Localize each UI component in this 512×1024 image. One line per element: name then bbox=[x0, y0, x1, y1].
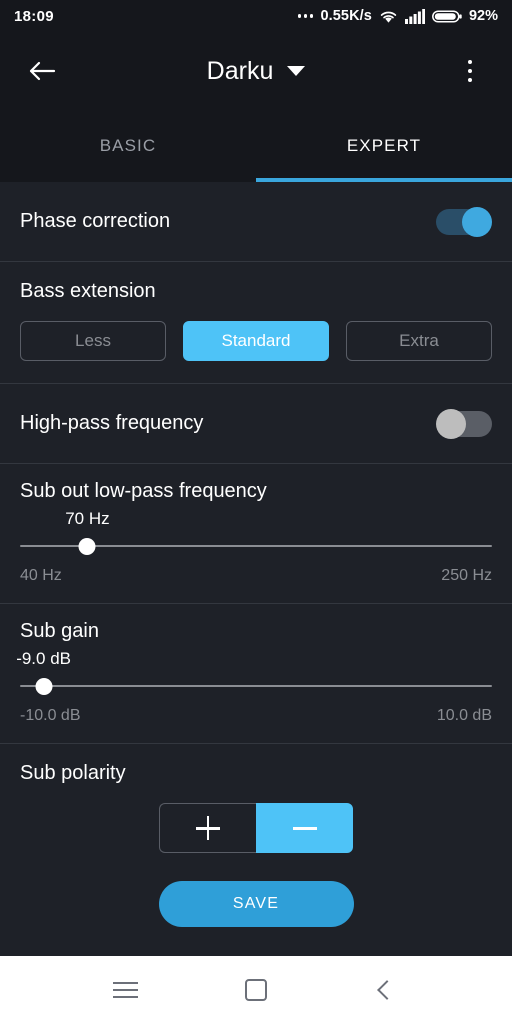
phase-correction-label: Phase correction bbox=[20, 210, 171, 232]
minus-icon bbox=[292, 816, 317, 840]
settings-list: Phase correction Bass extension Less Sta… bbox=[0, 182, 512, 956]
sub-gain-value-line: -9.0 dB bbox=[16, 649, 492, 675]
sub-out-low-pass-min: 40 Hz bbox=[20, 567, 62, 584]
sub-out-low-pass-range: 40 Hz 250 Hz bbox=[20, 567, 492, 585]
sub-gain-slider[interactable] bbox=[20, 675, 492, 697]
slider-thumb[interactable] bbox=[35, 677, 53, 695]
cellular-signal-icon bbox=[404, 8, 425, 24]
slider-track bbox=[20, 684, 492, 688]
row-sub-out-low-pass: Sub out low-pass frequency 70 Hz 40 Hz 2… bbox=[0, 464, 512, 604]
row-bass-extension: Bass extension Less Standard Extra bbox=[0, 262, 512, 384]
phone-screen: 18:09 0.55K/s 92% Darku BASIC EXPERT Pha… bbox=[0, 0, 512, 1024]
high-pass-frequency-label: High-pass frequency bbox=[20, 412, 204, 434]
high-pass-frequency-toggle[interactable] bbox=[436, 408, 492, 439]
row-sub-gain: Sub gain -9.0 dB -10.0 dB 10.0 dB bbox=[0, 604, 512, 744]
sub-gain-min: -10.0 dB bbox=[20, 707, 81, 724]
bass-extension-label: Bass extension bbox=[20, 280, 156, 302]
system-navigation-bar bbox=[0, 956, 512, 1024]
net-speed-label: 0.55K/s bbox=[320, 8, 372, 24]
tab-indicator bbox=[256, 178, 512, 182]
save-button[interactable]: SAVE bbox=[158, 881, 354, 927]
phase-correction-toggle[interactable] bbox=[436, 206, 492, 237]
menu-recents-icon[interactable] bbox=[97, 962, 153, 1018]
bass-option-less[interactable]: Less bbox=[20, 321, 166, 361]
app-bar-title-group: Darku bbox=[0, 32, 512, 110]
plus-icon bbox=[196, 816, 220, 840]
tab-expert[interactable]: EXPERT bbox=[256, 110, 512, 182]
row-sub-polarity: Sub polarity bbox=[0, 744, 512, 869]
sub-gain-range: -10.0 dB 10.0 dB bbox=[20, 707, 492, 725]
toggle-knob bbox=[436, 408, 466, 439]
tab-basic[interactable]: BASIC bbox=[0, 110, 256, 182]
bass-option-extra[interactable]: Extra bbox=[346, 321, 492, 361]
sub-out-low-pass-slider[interactable] bbox=[20, 535, 492, 557]
row-high-pass-frequency[interactable]: High-pass frequency bbox=[0, 384, 512, 464]
sub-polarity-label: Sub polarity bbox=[20, 762, 126, 784]
row-phase-correction[interactable]: Phase correction bbox=[0, 182, 512, 262]
status-clock: 18:09 bbox=[14, 7, 54, 25]
page-title: Darku bbox=[206, 56, 274, 85]
polarity-option-positive[interactable] bbox=[159, 803, 256, 853]
bass-extension-options: Less Standard Extra bbox=[20, 321, 492, 361]
app-bar: Darku bbox=[0, 32, 512, 110]
back-arrow-icon[interactable] bbox=[20, 49, 64, 93]
sub-gain-max: 10.0 dB bbox=[436, 707, 492, 724]
battery-percent-label: 92% bbox=[468, 8, 498, 24]
tab-bar: BASIC EXPERT bbox=[0, 110, 512, 182]
sub-out-low-pass-value: 70 Hz bbox=[65, 509, 110, 528]
polarity-option-negative[interactable] bbox=[256, 803, 353, 853]
sub-out-low-pass-label: Sub out low-pass frequency bbox=[20, 480, 267, 502]
sub-gain-value: -9.0 dB bbox=[16, 649, 71, 668]
sub-out-low-pass-value-line: 70 Hz bbox=[20, 509, 492, 535]
slider-thumb[interactable] bbox=[78, 537, 96, 555]
sub-gain-label: Sub gain bbox=[20, 620, 99, 642]
sub-polarity-options bbox=[20, 803, 492, 853]
battery-icon bbox=[432, 9, 462, 24]
wifi-icon bbox=[379, 9, 398, 24]
home-square-icon[interactable] bbox=[228, 962, 284, 1018]
bass-option-standard[interactable]: Standard bbox=[183, 321, 329, 361]
more-vertical-icon[interactable] bbox=[448, 49, 492, 93]
status-bar-right: 0.55K/s 92% bbox=[297, 8, 498, 24]
status-bar: 18:09 0.55K/s 92% bbox=[0, 0, 512, 32]
save-button-container: SAVE bbox=[0, 869, 512, 945]
toggle-knob bbox=[462, 206, 492, 237]
chevron-down-icon[interactable] bbox=[287, 66, 306, 76]
more-dots-icon bbox=[297, 14, 314, 18]
back-chevron-icon[interactable] bbox=[359, 962, 415, 1018]
sub-out-low-pass-max: 250 Hz bbox=[441, 567, 492, 584]
